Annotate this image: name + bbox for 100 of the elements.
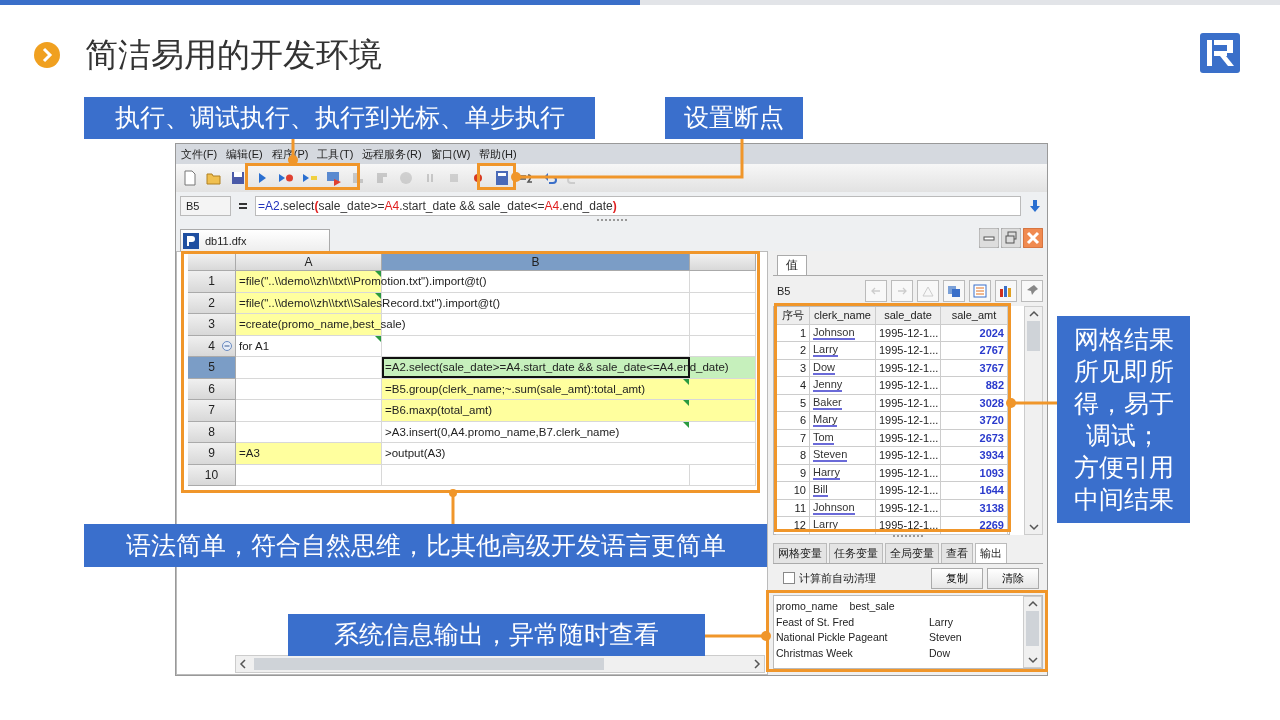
clerk-link[interactable]: Larry bbox=[813, 518, 839, 533]
grid-cell[interactable] bbox=[236, 400, 382, 422]
table-cell: 1995-12-1... bbox=[876, 342, 941, 360]
column-header[interactable]: B bbox=[382, 254, 690, 271]
column-header[interactable]: A bbox=[236, 254, 382, 271]
callout-text: 系统信息输出，异常随时查看 bbox=[334, 619, 659, 651]
menu-item[interactable]: 编辑(E) bbox=[226, 146, 263, 162]
clerk-link[interactable]: Jenny bbox=[813, 378, 843, 393]
grid-cell[interactable] bbox=[690, 292, 756, 314]
grid-cell[interactable]: =file("..\\demo\\zh\\txt\\SalesRecord.txt").import@t() bbox=[236, 292, 690, 314]
close-icon[interactable] bbox=[1023, 228, 1043, 248]
scroll-thumb[interactable] bbox=[1026, 611, 1039, 646]
row-header[interactable]: 3 bbox=[188, 314, 236, 336]
table-cell: 3720 bbox=[941, 412, 1008, 430]
grid-cell[interactable]: =B5.group(clerk_name;~.sum(sale_amt):total_amt) bbox=[382, 378, 756, 400]
minimize-icon[interactable] bbox=[979, 228, 999, 248]
panel-tab[interactable]: 任务变量 bbox=[829, 543, 883, 563]
checkbox-label: 计算前自动清理 bbox=[799, 570, 876, 586]
grid-cell[interactable] bbox=[690, 464, 756, 486]
vertical-scrollbar[interactable] bbox=[1023, 596, 1042, 668]
horizontal-scrollbar[interactable] bbox=[235, 655, 765, 673]
grid-cell[interactable] bbox=[690, 314, 756, 336]
down-arrow-icon[interactable] bbox=[1027, 197, 1043, 214]
grid-cell[interactable] bbox=[236, 421, 382, 443]
document-tab[interactable]: db11.dfx bbox=[180, 229, 330, 251]
leader-line bbox=[705, 631, 771, 641]
output-line: promo_name best_sale bbox=[776, 599, 895, 614]
grid-cell[interactable]: =file("..\\demo\\zh\\txt\\Promotion.txt").import@t() bbox=[236, 271, 690, 293]
menu-item[interactable]: 文件(F) bbox=[181, 146, 218, 162]
row-header[interactable]: 6 bbox=[188, 378, 236, 400]
clerk-link[interactable]: Johnson bbox=[813, 500, 855, 515]
restore-icon[interactable] bbox=[1001, 228, 1021, 248]
panel-tab[interactable]: 输出 bbox=[975, 543, 1007, 563]
collapse-icon[interactable] bbox=[222, 340, 232, 351]
row-header[interactable]: 10 bbox=[188, 464, 236, 486]
clerk-link[interactable]: Tom bbox=[813, 430, 834, 445]
document-icon bbox=[183, 232, 199, 249]
clerk-link[interactable]: Larry bbox=[813, 343, 839, 358]
step-icon[interactable] bbox=[326, 170, 342, 186]
table-cell: 2673 bbox=[941, 429, 1008, 447]
column-header: sale_amt bbox=[941, 307, 1008, 325]
row-header[interactable]: 4 bbox=[188, 335, 236, 357]
bar-chart-icon[interactable] bbox=[998, 283, 1014, 299]
calculator-icon[interactable] bbox=[494, 170, 510, 186]
clerk-link[interactable]: Dow bbox=[813, 360, 835, 375]
grid-cell[interactable]: =B6.maxp(total_amt) bbox=[382, 400, 756, 422]
save-icon[interactable] bbox=[230, 170, 246, 186]
grid-cell[interactable] bbox=[236, 378, 382, 400]
row-number: 7 bbox=[776, 429, 810, 447]
menu-item[interactable]: 远程服务(R) bbox=[362, 146, 422, 162]
copy-icon[interactable] bbox=[946, 283, 962, 299]
cell-reference-field[interactable]: B5 bbox=[180, 195, 231, 216]
panel-tab[interactable]: 全局变量 bbox=[885, 543, 939, 563]
row-header[interactable]: 8 bbox=[188, 421, 236, 443]
row-header[interactable]: 7 bbox=[188, 400, 236, 422]
folder-icon[interactable] bbox=[206, 170, 222, 186]
column-header[interactable] bbox=[690, 254, 756, 271]
clerk-link[interactable]: Harry bbox=[813, 465, 840, 480]
slide-title: 简洁易用的开发环境 bbox=[85, 36, 383, 74]
grid-cell[interactable]: =create(promo_name,best_sale) bbox=[236, 314, 690, 336]
menu-item[interactable]: 工具(T) bbox=[317, 146, 354, 162]
grid-cell[interactable]: for A1 bbox=[236, 335, 690, 357]
panel-button[interactable]: 复制 bbox=[931, 567, 983, 589]
row-header[interactable]: 2 bbox=[188, 292, 236, 314]
formula-field[interactable]: =A2.select(sale_date>=A4.start_date && sale_date<=A4.end_date) bbox=[255, 195, 1021, 216]
clerk-link[interactable]: Baker bbox=[813, 395, 842, 410]
grid-cell[interactable] bbox=[690, 271, 756, 293]
callout-text: 语法简单，符合自然思维，比其他高级开发语言更简单 bbox=[125, 529, 726, 562]
value-tab[interactable]: 值 bbox=[777, 255, 807, 275]
grid-cell[interactable]: >output(A3) bbox=[382, 443, 756, 465]
grid-cell[interactable] bbox=[236, 464, 382, 486]
new-file-icon[interactable] bbox=[182, 170, 198, 186]
panel-button[interactable]: 清除 bbox=[987, 567, 1039, 589]
grid-cell[interactable] bbox=[690, 335, 756, 357]
list-icon[interactable] bbox=[972, 283, 988, 299]
scroll-thumb[interactable] bbox=[254, 658, 604, 670]
panel-tab[interactable]: 网格变量 bbox=[773, 543, 827, 563]
row-header[interactable]: 9 bbox=[188, 443, 236, 465]
table-cell: 2767 bbox=[941, 342, 1008, 360]
cell-reference: B5 bbox=[777, 285, 791, 297]
row-header[interactable]: 5 bbox=[188, 357, 236, 379]
menu-item[interactable]: 窗口(W) bbox=[430, 146, 471, 162]
vertical-scrollbar[interactable] bbox=[1024, 306, 1043, 535]
clerk-link[interactable]: Johnson bbox=[813, 325, 855, 340]
panel-tab[interactable]: 查看 bbox=[941, 543, 973, 563]
row-header[interactable]: 1 bbox=[188, 271, 236, 293]
grid-cell[interactable] bbox=[236, 357, 382, 379]
grid-cell[interactable]: =A3 bbox=[236, 443, 382, 465]
header-corner[interactable] bbox=[188, 254, 236, 271]
clerk-link[interactable]: Bill bbox=[813, 483, 828, 498]
table-cell: 3767 bbox=[941, 359, 1008, 377]
clerk-link[interactable]: Mary bbox=[813, 413, 838, 428]
grid-cell[interactable]: >A3.insert(0,A4.promo_name,B7.clerk_name) bbox=[382, 421, 756, 443]
checkbox[interactable] bbox=[783, 572, 795, 584]
clerk-link[interactable]: Steven bbox=[813, 448, 848, 463]
menu-item[interactable]: 帮助(H) bbox=[479, 146, 517, 162]
scroll-thumb[interactable] bbox=[1027, 321, 1040, 351]
grid-cell[interactable] bbox=[382, 464, 690, 486]
row-number: 8 bbox=[208, 424, 215, 439]
callout-text: 设置断点 bbox=[684, 102, 784, 134]
